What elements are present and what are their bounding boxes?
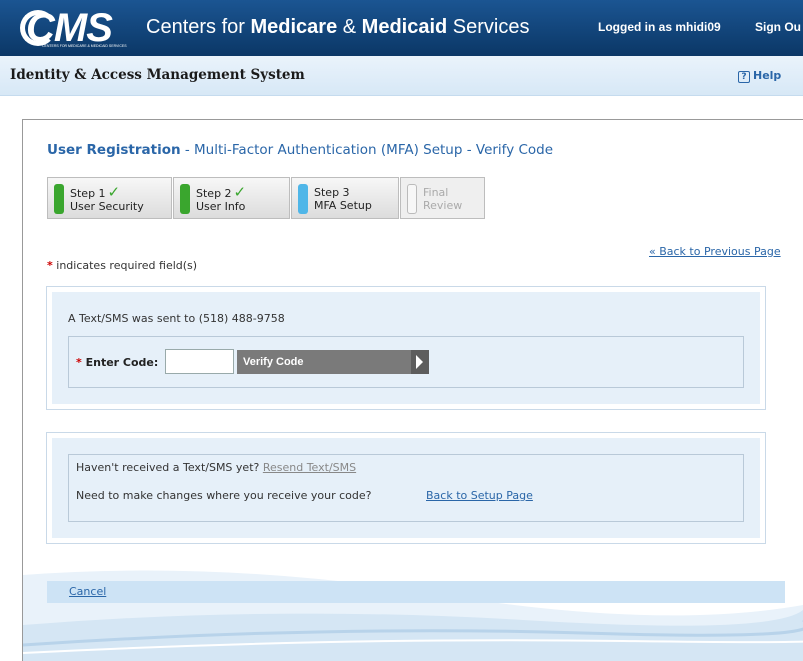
step-3: Step 3 MFA Setup	[291, 177, 399, 219]
org-medicare: Medicare	[250, 16, 338, 38]
page-title: User Registration - Multi-Factor Authent…	[47, 142, 553, 158]
help-icon: ?	[738, 71, 750, 83]
org-prefix: Centers for	[146, 16, 251, 38]
step-1-text: Step 1 ✓ User Security	[70, 183, 144, 214]
cancel-bar	[47, 581, 785, 603]
step-1-status-bar	[54, 184, 64, 214]
org-suffix: Services	[447, 16, 530, 38]
required-note: * indicates required field(s)	[47, 259, 197, 272]
sign-out-link[interactable]: Sign Ou	[755, 20, 801, 34]
step-2-status-bar	[180, 184, 190, 214]
step-1: Step 1 ✓ User Security	[47, 177, 172, 219]
page-title-bold: User Registration	[47, 142, 181, 158]
check-icon: ✓	[233, 183, 247, 201]
step-final: Final Review	[400, 177, 485, 219]
footer-wave	[23, 570, 803, 661]
help-label: Help	[753, 69, 782, 82]
page-title-rest: - Multi-Factor Authentication (MFA) Setu…	[180, 142, 554, 158]
change-prompt: Need to make changes where you receive y…	[76, 489, 372, 502]
cancel-link[interactable]: Cancel	[69, 585, 106, 598]
step-1-title: Step 1	[70, 187, 106, 200]
system-bar: Identity & Access Management System ? Hel…	[0, 56, 803, 96]
step-final-label: Review	[423, 199, 463, 212]
step-3-label: MFA Setup	[314, 199, 372, 212]
check-icon: ✓	[107, 183, 121, 201]
verify-code-label: Verify Code	[243, 356, 304, 368]
step-final-text: Final Review	[423, 186, 462, 212]
org-medicaid: Medicaid	[361, 16, 448, 38]
step-2-title: Step 2	[196, 187, 232, 200]
required-text: indicates required field(s)	[52, 259, 198, 272]
enter-code-label: * Enter Code:	[76, 356, 158, 369]
enter-code-text: Enter Code:	[81, 356, 159, 369]
step-3-title: Step 3	[314, 186, 350, 199]
verify-code-button[interactable]: Verify Code	[237, 350, 429, 374]
back-to-setup-link[interactable]: Back to Setup Page	[426, 489, 533, 502]
not-received-label: Haven't received a Text/SMS yet?	[76, 461, 263, 474]
logged-in-user: Logged in as mhidi09	[598, 20, 721, 34]
sms-sent-message: A Text/SMS was sent to (518) 488-9758	[68, 312, 285, 325]
code-input[interactable]	[165, 349, 234, 374]
logo-subtext: CENTERS FOR MEDICARE & MEDICAID SERVICES	[42, 44, 127, 48]
step-final-title: Final	[423, 186, 449, 199]
step-final-status-bar	[407, 184, 417, 214]
step-3-status-bar	[298, 184, 308, 214]
back-to-previous-link[interactable]: « Back to Previous Page	[649, 245, 781, 258]
org-name: Centers for Medicare & Medicaid Services	[146, 16, 529, 39]
system-title: Identity & Access Management System	[10, 67, 305, 83]
step-2: Step 2 ✓ User Info	[173, 177, 290, 219]
step-1-label: User Security	[70, 200, 144, 213]
step-2-label: User Info	[196, 200, 246, 213]
help-link[interactable]: ? Help	[738, 69, 781, 83]
step-3-text: Step 3 MFA Setup	[314, 186, 372, 212]
org-amp: &	[337, 16, 362, 38]
resend-sms-link[interactable]: Resend Text/SMS	[263, 461, 356, 474]
arrow-right-icon	[411, 350, 429, 374]
step-2-text: Step 2 ✓ User Info	[196, 183, 247, 214]
top-header: CMS CENTERS FOR MEDICARE & MEDICAID SERV…	[0, 0, 803, 56]
not-received-text: Haven't received a Text/SMS yet? Resend …	[76, 461, 356, 474]
